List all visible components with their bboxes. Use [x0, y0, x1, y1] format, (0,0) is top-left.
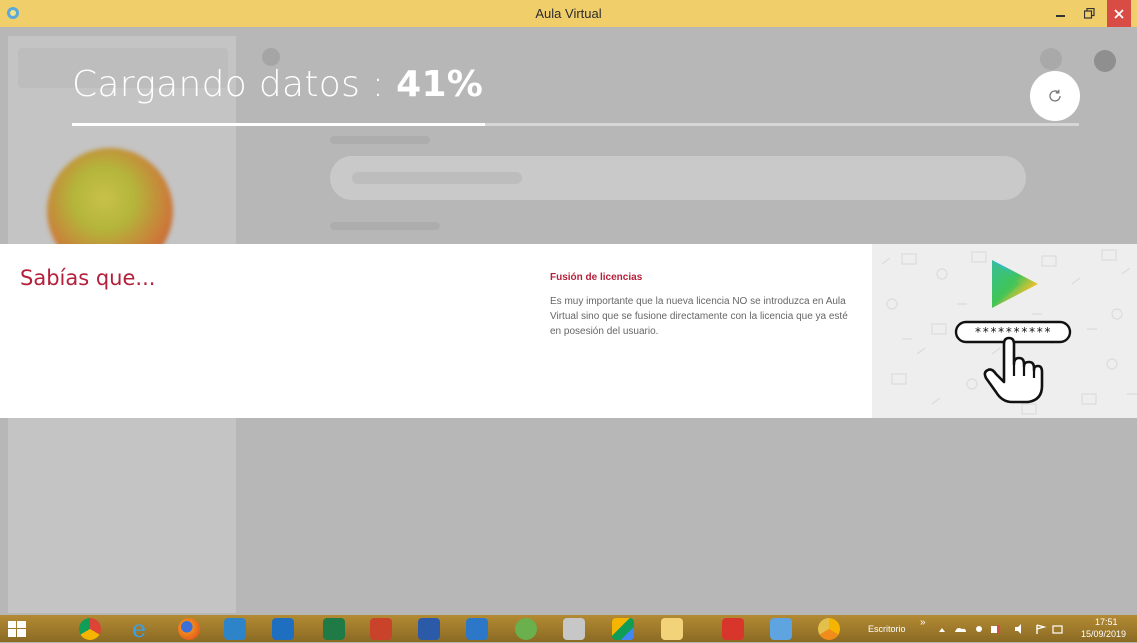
excel-icon[interactable] — [323, 618, 345, 640]
window-titlebar: Aula Virtual — [0, 0, 1137, 28]
media-player-icon[interactable] — [224, 618, 246, 640]
utorrent-icon[interactable] — [515, 618, 537, 640]
restore-button[interactable] — [1075, 0, 1103, 27]
restore-icon — [1083, 8, 1095, 19]
background-icon — [1094, 50, 1116, 72]
background-icon — [1040, 48, 1062, 70]
background-label — [330, 222, 440, 230]
background-label — [330, 136, 430, 144]
word-icon[interactable] — [418, 618, 440, 640]
windows-taskbar: e Escritorio » 17:51 15/09/2019 — [0, 615, 1137, 642]
ie-icon[interactable]: e — [128, 617, 150, 641]
refresh-icon — [1049, 89, 1061, 102]
onedrive-icon[interactable] — [466, 618, 488, 640]
background-search-placeholder — [352, 172, 522, 184]
play-store-icon — [992, 260, 1038, 308]
loading-progress-bar — [72, 123, 1079, 126]
chrome-icon[interactable] — [79, 618, 101, 640]
desktop-toolbar-label[interactable]: Escritorio — [868, 624, 906, 634]
loading-label: Cargando datos : — [72, 64, 397, 105]
window-title: Aula Virtual — [535, 6, 602, 21]
loading-title: Cargando datos : 41% — [72, 64, 483, 105]
control-panel-icon[interactable] — [770, 618, 792, 640]
outlook-icon[interactable] — [272, 618, 294, 640]
tip-illustration: ********** — [872, 244, 1137, 418]
tip-body: Es muy importante que la nueva licencia … — [550, 296, 848, 337]
minimize-icon — [1056, 14, 1065, 17]
google-drive-icon[interactable] — [612, 618, 634, 640]
chrome-canary-icon[interactable] — [818, 618, 840, 640]
minimize-button[interactable] — [1047, 0, 1075, 27]
start-icon[interactable] — [8, 621, 26, 637]
tip-title: Fusión de licencias — [550, 272, 643, 283]
tray-icons[interactable] — [935, 623, 1065, 635]
toolbar-expand-icon[interactable]: » — [920, 617, 926, 628]
loading-percent: 41% — [396, 64, 484, 105]
firefox-icon[interactable] — [178, 618, 200, 640]
refresh-button[interactable] — [1030, 71, 1080, 121]
tip-heading: Sabías que... — [20, 266, 156, 290]
snipping-tool-icon[interactable] — [563, 618, 585, 640]
clock-date[interactable]: 15/09/2019 — [1081, 629, 1126, 639]
acrobat-icon[interactable] — [722, 618, 744, 640]
file-explorer-icon[interactable] — [661, 618, 683, 640]
loading-progress-fill — [72, 123, 485, 126]
powerpoint-icon[interactable] — [370, 618, 392, 640]
close-button[interactable] — [1107, 0, 1131, 27]
close-icon — [1114, 8, 1124, 19]
pointing-hand-icon — [983, 336, 1044, 404]
clock-time[interactable]: 17:51 — [1095, 617, 1118, 627]
tip-panel: Sabías que... Fusión de licencias Es muy… — [0, 244, 1137, 418]
